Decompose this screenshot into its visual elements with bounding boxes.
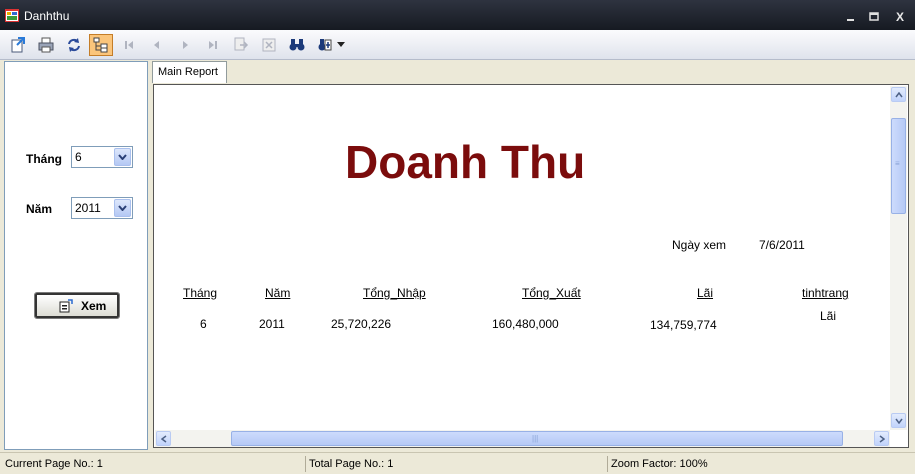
current-page-status: Current Page No.: 1 (5, 458, 103, 470)
scroll-down-button[interactable] (891, 413, 906, 428)
minimize-button[interactable] (841, 9, 861, 25)
close-button[interactable]: X (890, 9, 910, 25)
cell-tong-nhap: 25,720,226 (331, 317, 392, 331)
month-label: Tháng (26, 152, 62, 166)
refresh-button[interactable] (62, 34, 86, 56)
last-page-icon (209, 41, 217, 49)
scroll-up-button[interactable] (891, 87, 906, 102)
tab-main-report[interactable]: Main Report (152, 61, 227, 83)
cell-lai: 134,759,774 (650, 318, 717, 332)
maximize-icon (869, 12, 879, 21)
status-bar: Current Page No.: 1 Total Page No.: 1 Zo… (0, 452, 915, 474)
goto-page-button[interactable] (229, 34, 253, 56)
next-page-button[interactable] (173, 34, 197, 56)
zoom-factor-status: Zoom Factor: 100% (607, 456, 708, 472)
report-toolbar (0, 30, 915, 60)
vertical-scrollbar[interactable]: ≡ (890, 86, 907, 430)
cell-nam: 2011 (259, 317, 285, 331)
group-tree-icon (93, 37, 108, 53)
chevron-right-icon (879, 434, 885, 443)
app-icon (5, 9, 19, 22)
scroll-right-button[interactable] (874, 431, 889, 446)
close-view-button[interactable] (257, 34, 281, 56)
minimize-icon (847, 19, 854, 21)
cell-tong-xuat: 160,480,000 (492, 317, 559, 331)
horizontal-scrollbar[interactable]: ||| (155, 430, 890, 447)
last-page-button[interactable] (201, 34, 225, 56)
year-select[interactable]: 2011 (71, 197, 133, 219)
chevron-up-icon (894, 91, 903, 97)
year-label: Năm (26, 202, 53, 216)
chevron-down-icon (894, 418, 903, 424)
chevron-down-icon (336, 42, 345, 47)
column-header-thang: Tháng (183, 286, 218, 300)
zoom-icon (318, 39, 331, 51)
column-header-tong-xuat: Tổng_Xuất (522, 286, 581, 300)
toggle-group-tree-button[interactable] (89, 34, 113, 56)
column-header-nam: Năm (265, 286, 291, 300)
find-button[interactable] (285, 34, 309, 56)
first-page-button[interactable] (117, 34, 141, 56)
chevron-left-icon (160, 434, 166, 443)
cell-tinhtrang: Lãi (820, 309, 837, 323)
report-title: Doanh Thu (345, 136, 586, 188)
window-title: Danhthu (24, 9, 70, 23)
report-page: Doanh Thu Ngày xem 7/6/2011 Tháng Năm Tổ… (155, 86, 889, 430)
view-button-label: Xem (81, 299, 107, 313)
year-value: 2011 (75, 201, 101, 215)
grip-icon: ≡ (895, 159, 900, 168)
report-view-icon (59, 299, 73, 313)
filter-panel: Tháng 6 Năm 2011 Xem (4, 61, 148, 450)
refresh-icon (68, 38, 80, 52)
first-page-icon (125, 41, 133, 49)
tab-main-report-label: Main Report (158, 66, 218, 78)
prev-page-button[interactable] (145, 34, 169, 56)
close-view-icon (262, 38, 276, 52)
horizontal-scroll-thumb[interactable]: ||| (231, 431, 843, 446)
export-button[interactable] (6, 34, 30, 56)
find-icon (289, 39, 305, 51)
next-page-icon (183, 41, 188, 49)
column-header-lai: Lãi (697, 286, 714, 300)
maximize-button[interactable] (864, 9, 884, 25)
print-button[interactable] (34, 34, 58, 56)
scroll-left-button[interactable] (156, 431, 171, 446)
month-value: 6 (75, 150, 82, 164)
view-button[interactable]: Xem (34, 292, 120, 319)
year-dropdown-arrow[interactable] (114, 199, 131, 217)
zoom-dropdown-button[interactable] (313, 34, 347, 56)
print-icon (38, 37, 54, 53)
view-date-value: 7/6/2011 (759, 238, 805, 252)
prev-page-icon (154, 41, 159, 49)
chevron-down-icon (118, 205, 127, 211)
column-header-tinhtrang: tinhtrang (802, 286, 849, 300)
title-bar: Danhthu X (0, 0, 915, 30)
view-date-label: Ngày xem (672, 238, 727, 252)
export-icon (11, 37, 25, 53)
goto-page-icon (234, 37, 249, 51)
chevron-down-icon (118, 154, 127, 160)
vertical-scroll-thumb[interactable]: ≡ (891, 118, 906, 214)
grip-icon: ||| (532, 434, 539, 443)
cell-thang: 6 (200, 317, 207, 331)
month-dropdown-arrow[interactable] (114, 148, 131, 166)
month-select[interactable]: 6 (71, 146, 133, 168)
column-header-tong-nhap: Tổng_Nhập (363, 286, 426, 300)
report-viewer: Doanh Thu Ngày xem 7/6/2011 Tháng Năm Tổ… (153, 84, 909, 448)
total-page-status: Total Page No.: 1 (305, 456, 393, 472)
